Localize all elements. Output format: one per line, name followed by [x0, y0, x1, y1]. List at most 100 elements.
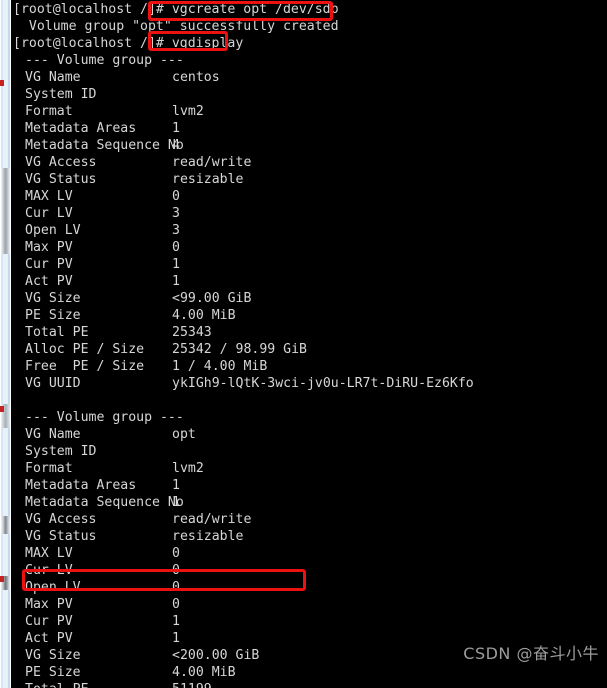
scrollbar-thumb[interactable] [1, 168, 10, 254]
result-text: Volume group "opt" successfully created [28, 19, 339, 34]
field-value: 1 [172, 614, 180, 629]
field-label: System ID [25, 444, 97, 459]
field-value: 25342 / 98.99 GiB [172, 342, 307, 357]
field-label: Act PV [25, 274, 73, 289]
vg-section-header: --- Volume group --- [0, 52, 607, 69]
vg-field-metadata-sequence-no: Metadata Sequence No1 [0, 494, 607, 511]
field-label: System ID [25, 87, 97, 102]
field-label: MAX LV [25, 189, 73, 204]
field-label: VG Status [25, 172, 97, 187]
field-value: opt [172, 427, 196, 442]
typed-command[interactable]: vgcreate opt /dev/sdb [172, 2, 339, 17]
field-value: <200.00 GiB [172, 648, 260, 663]
field-label: VG Status [25, 529, 97, 544]
field-label: VG Access [25, 512, 97, 527]
field-value: 25343 [172, 325, 212, 340]
typed-command[interactable]: vgdisplay [172, 36, 243, 51]
vg-field-max-lv: MAX LV 0 [0, 545, 607, 562]
field-value: 0 [172, 597, 180, 612]
vg-field-pe-size: PE Size 4.00 MiB [0, 307, 607, 324]
field-value: 51199 [172, 682, 212, 688]
vg-field-metadata-sequence-no: Metadata Sequence No4 [0, 137, 607, 154]
field-label: PE Size [25, 665, 81, 680]
vg-section-header: --- Volume group --- [0, 409, 607, 426]
field-value: 3 [172, 223, 180, 238]
field-label: VG Access [25, 155, 97, 170]
vg-field-cur-pv: Cur PV 1 [0, 256, 607, 273]
vg-field-system-id: System ID [0, 86, 607, 103]
command-line-vgcreate: [root@localhost /]# vgcreate opt /dev/sd… [0, 1, 607, 18]
field-value: 1 [172, 257, 180, 272]
field-value: centos [172, 70, 220, 85]
terminal-window: [root@localhost /]# vgcreate opt /dev/sd… [0, 0, 607, 688]
vg-field-alloc-pe-size: Alloc PE / Size 25342 / 98.99 GiB [0, 341, 607, 358]
field-value: 4 [172, 138, 180, 153]
field-value: <99.00 GiB [172, 291, 252, 306]
vg-field-metadata-areas: Metadata Areas 1 [0, 120, 607, 137]
vg-field-open-lv: Open LV 3 [0, 222, 607, 239]
field-label: Max PV [25, 597, 73, 612]
field-value: resizable [172, 529, 244, 544]
vg-field-max-pv: Max PV 0 [0, 596, 607, 613]
field-label: VG Size [25, 291, 81, 306]
field-value: 0 [172, 563, 180, 578]
field-label: VG Name [25, 70, 81, 85]
field-value: read/write [172, 155, 252, 170]
vg-field-vg-size: VG Size <99.00 GiB [0, 290, 607, 307]
field-value: 1 [172, 478, 180, 493]
field-label: Cur PV [25, 614, 73, 629]
field-value: resizable [172, 172, 244, 187]
vg-field-system-id: System ID [0, 443, 607, 460]
field-value: ykIGh9-lQtK-3wci-jv0u-LR7t-DiRU-Ez6Kfo [172, 376, 474, 391]
command-line-vgdisplay: [root@localhost /]# vgdisplay [0, 35, 607, 52]
vg-field-vg-name: VG Name centos [0, 69, 607, 86]
field-value: lvm2 [172, 104, 204, 119]
field-label: Alloc PE / Size [25, 342, 145, 357]
field-value: 0 [172, 546, 180, 561]
field-value: 0 [172, 189, 180, 204]
vg-header-text: --- Volume group --- [25, 53, 184, 68]
field-label: Cur PV [25, 257, 73, 272]
field-value: 1 [172, 121, 180, 136]
vg-field-vg-name: VG Name opt [0, 426, 607, 443]
vg-field-vg-status: VG Status resizable [0, 171, 607, 188]
vg-field-free-pe-size: Free PE / Size 1 / 4.00 MiB [0, 358, 607, 375]
field-label: Total PE [25, 325, 89, 340]
field-value: 0 [172, 240, 180, 255]
vg-field-total-pe: Total PE 25343 [0, 324, 607, 341]
field-label: Metadata Areas [25, 121, 137, 136]
scrollbar-thumb-tertiary[interactable] [1, 516, 10, 534]
field-label: Format [25, 461, 73, 476]
vg-field-format: Format lvm2 [0, 460, 607, 477]
field-value: read/write [172, 512, 252, 527]
vg-field-max-lv: MAX LV 0 [0, 188, 607, 205]
field-label: Open LV [25, 580, 81, 595]
field-value: 1 [172, 274, 180, 289]
field-label: VG UUID [25, 376, 81, 391]
field-value: 1 / 4.00 MiB [172, 359, 268, 374]
watermark-text: CSDN @奋斗小牛 [463, 644, 599, 663]
vg-field-vg-status: VG Status resizable [0, 528, 607, 545]
field-value: 4.00 MiB [172, 665, 236, 680]
vg-header-text: --- Volume group --- [25, 410, 184, 425]
console-output[interactable]: [root@localhost /]# vgcreate opt /dev/sd… [0, 0, 607, 688]
vg-field-vg-access: VG Access read/write [0, 154, 607, 171]
field-label: Open LV [25, 223, 81, 238]
field-label: Metadata Sequence No [25, 138, 184, 153]
field-label: Metadata Sequence No [25, 495, 184, 510]
field-label: VG Size [25, 648, 81, 663]
field-label: PE Size [25, 308, 81, 323]
field-value: 1 [172, 631, 180, 646]
field-value: 1 [172, 495, 180, 510]
field-value: 0 [172, 580, 180, 595]
field-label: Format [25, 104, 73, 119]
field-label: Act PV [25, 631, 73, 646]
vg-field-act-pv: Act PV 1 [0, 273, 607, 290]
shell-prompt: [root@localhost /]# [13, 36, 164, 51]
field-value: 4.00 MiB [172, 308, 236, 323]
vg-field-vg-access: VG Access read/write [0, 511, 607, 528]
field-label: Total PE [25, 681, 172, 688]
vg-field-vg-uuid: VG UUID ykIGh9-lQtK-3wci-jv0u-LR7t-DiRU-E… [0, 375, 607, 392]
vertical-scrollbar[interactable] [0, 0, 11, 688]
field-label: Cur LV [25, 206, 73, 221]
